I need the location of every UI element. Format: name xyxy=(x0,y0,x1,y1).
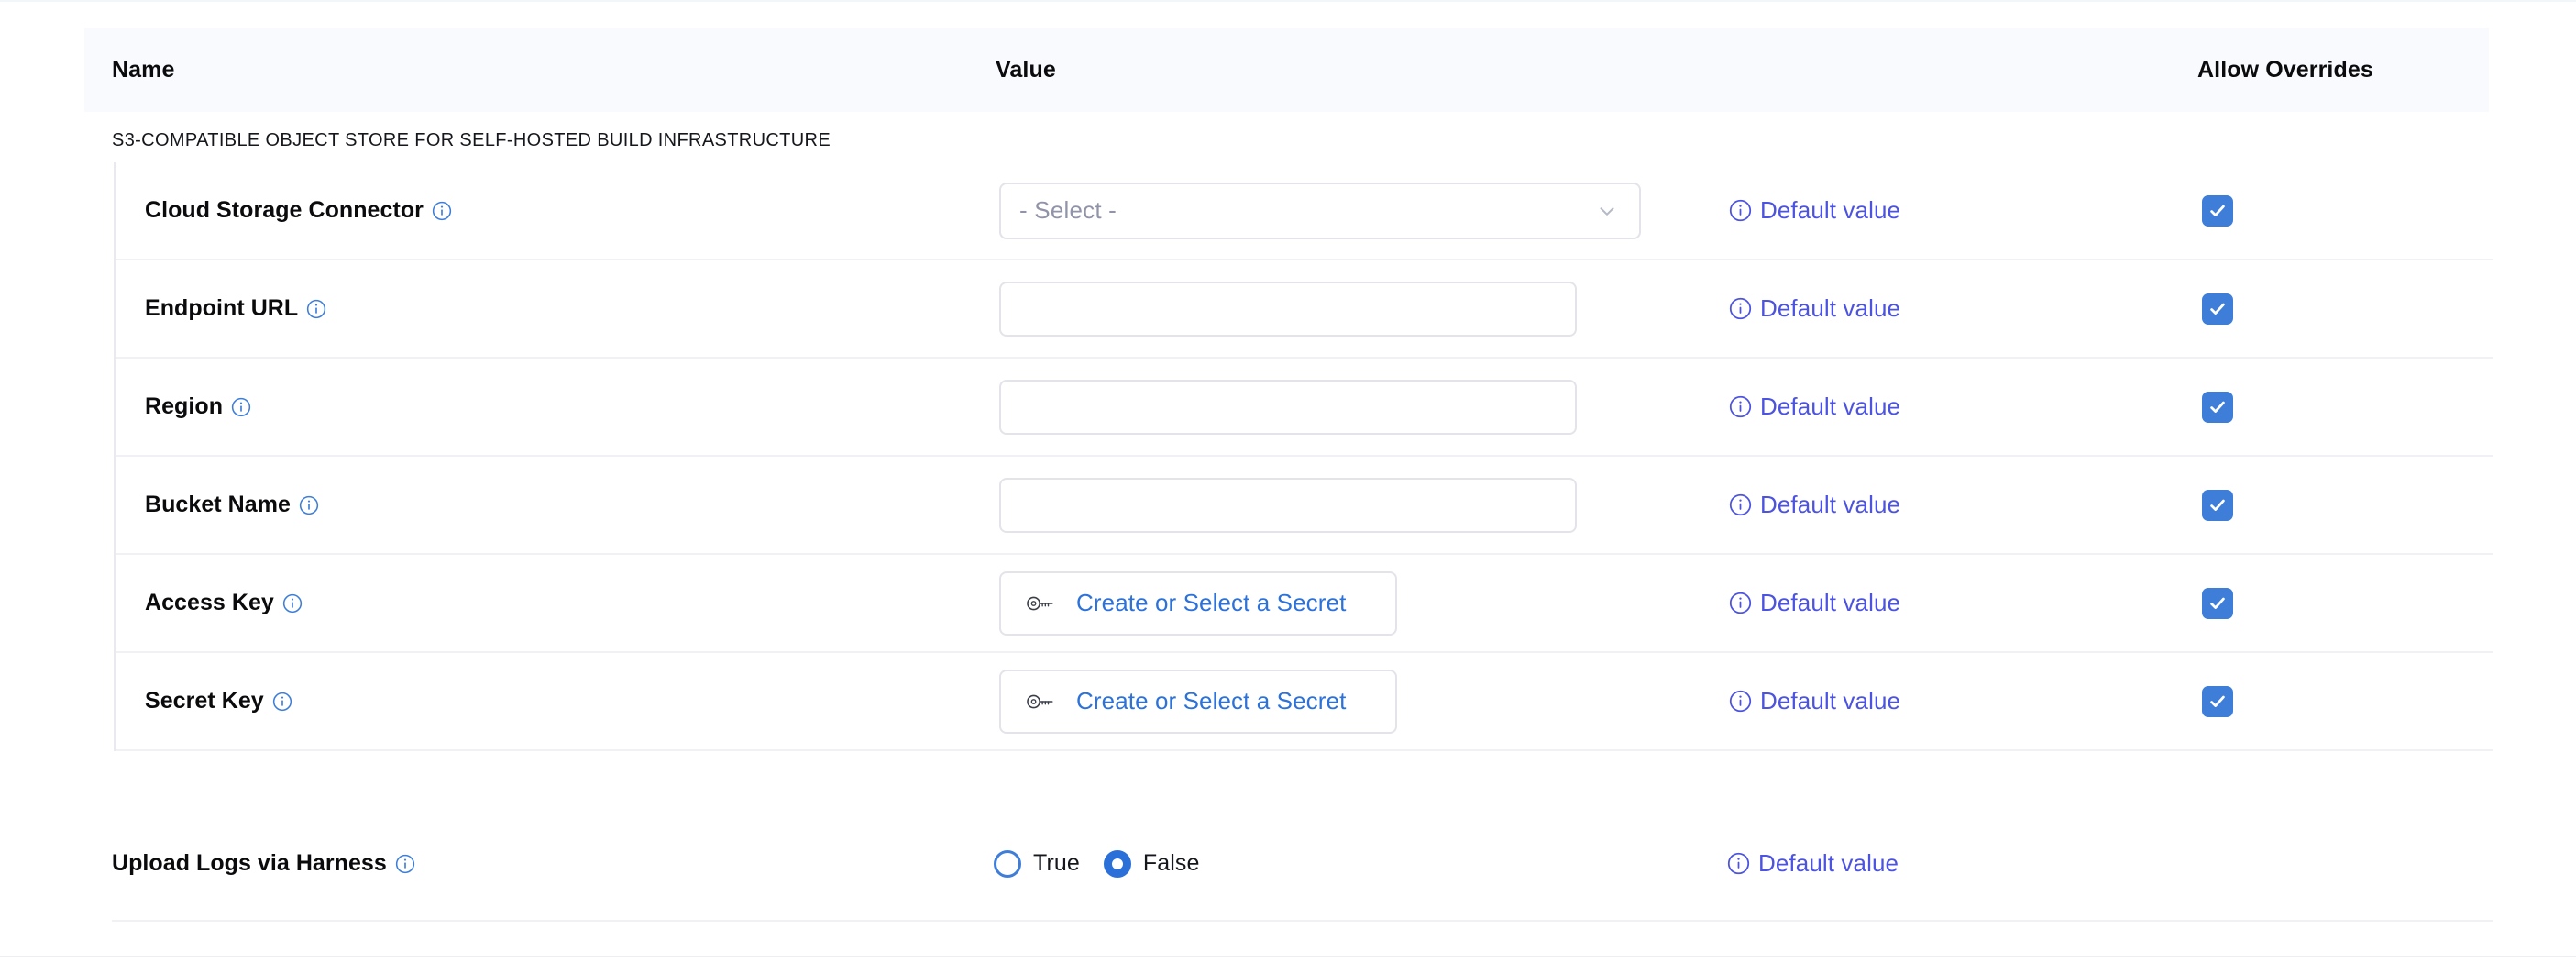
allow-overrides-cell xyxy=(2202,588,2233,619)
field-label: Access Key xyxy=(145,590,274,616)
field-label: Bucket Name xyxy=(145,492,291,518)
bottom-divider xyxy=(0,956,2576,957)
row-value-cell: Create or Select a Secret xyxy=(999,571,1397,636)
row-value-cell: - Select - xyxy=(999,183,1641,239)
info-circle-icon xyxy=(1729,199,1752,222)
info-circle-icon[interactable] xyxy=(299,495,319,515)
default-value-label: Default value xyxy=(1760,491,1900,519)
info-circle-icon xyxy=(1729,592,1752,614)
bucket-name-input[interactable] xyxy=(999,478,1577,533)
allow-overrides-cell xyxy=(2202,195,2233,227)
allow-overrides-checkbox[interactable] xyxy=(2202,686,2233,717)
table-row: Cloud Storage Connector - Select - Defau… xyxy=(116,162,2493,260)
row-label-cell: Bucket Name xyxy=(145,492,319,518)
row-value-cell xyxy=(999,478,1577,533)
field-label: Upload Logs via Harness xyxy=(112,850,387,877)
default-value-indicator[interactable]: Default value xyxy=(1729,294,1900,323)
row-value-cell: Create or Select a Secret xyxy=(999,670,1397,734)
column-header-value: Value xyxy=(996,57,1056,83)
allow-overrides-checkbox[interactable] xyxy=(2202,588,2233,619)
default-value-indicator[interactable]: Default value xyxy=(1729,589,1900,617)
key-icon xyxy=(1025,588,1056,619)
allow-overrides-checkbox[interactable] xyxy=(2202,293,2233,325)
default-value-label: Default value xyxy=(1760,196,1900,225)
table-header-row: Name Value Allow Overrides xyxy=(84,28,2489,112)
radio-label: False xyxy=(1143,850,1200,877)
row-label-cell: Cloud Storage Connector xyxy=(145,197,452,224)
allow-overrides-checkbox[interactable] xyxy=(2202,195,2233,227)
region-input[interactable] xyxy=(999,380,1577,435)
column-header-allow-overrides: Allow Overrides xyxy=(2197,57,2373,83)
field-label: Cloud Storage Connector xyxy=(145,197,424,224)
top-divider xyxy=(0,0,2576,2)
info-circle-icon xyxy=(1729,690,1752,713)
upload-logs-radio-group: True False xyxy=(994,850,1200,878)
info-circle-icon xyxy=(1727,852,1750,875)
row-value-cell xyxy=(999,282,1577,337)
field-label: Region xyxy=(145,393,223,420)
field-label: Secret Key xyxy=(145,688,264,714)
info-circle-icon xyxy=(1729,493,1752,516)
radio-dot-unchecked[interactable] xyxy=(994,850,1021,878)
info-circle-icon xyxy=(1729,297,1752,320)
row-label-cell: Access Key xyxy=(145,590,303,616)
radio-label: True xyxy=(1033,850,1080,877)
access-key-create-or-select-secret-button[interactable]: Create or Select a Secret xyxy=(999,571,1397,636)
row-label-cell: Secret Key xyxy=(145,688,292,714)
info-circle-icon[interactable] xyxy=(395,854,415,874)
radio-option-false[interactable]: False xyxy=(1104,850,1200,878)
allow-overrides-cell xyxy=(2202,686,2233,717)
allow-overrides-cell xyxy=(2202,490,2233,521)
default-value-indicator[interactable]: Default value xyxy=(1729,393,1900,421)
info-circle-icon[interactable] xyxy=(432,201,452,221)
row-label-cell: Endpoint URL xyxy=(145,295,326,322)
section-title: S3-COMPATIBLE OBJECT STORE FOR SELF-HOST… xyxy=(112,130,831,151)
default-value-label: Default value xyxy=(1760,589,1900,617)
endpoint-url-input[interactable] xyxy=(999,282,1577,337)
key-icon xyxy=(1025,686,1056,717)
default-value-label: Default value xyxy=(1760,294,1900,323)
allow-overrides-checkbox[interactable] xyxy=(2202,392,2233,423)
row-label-cell: Upload Logs via Harness xyxy=(112,850,415,877)
default-value-indicator[interactable]: Default value xyxy=(1727,849,1899,878)
table-row: Upload Logs via Harness True False D xyxy=(112,807,2493,922)
default-value-label: Default value xyxy=(1760,393,1900,421)
allow-overrides-cell xyxy=(2202,392,2233,423)
info-circle-icon[interactable] xyxy=(282,593,303,614)
default-value-indicator[interactable]: Default value xyxy=(1729,687,1900,715)
info-circle-icon[interactable] xyxy=(231,397,251,417)
default-value-indicator[interactable]: Default value xyxy=(1729,196,1900,225)
default-value-label: Default value xyxy=(1758,849,1899,878)
row-label-cell: Region xyxy=(145,393,251,420)
secret-button-label: Create or Select a Secret xyxy=(1076,687,1346,715)
select-placeholder: - Select - xyxy=(1019,196,1117,225)
field-label: Endpoint URL xyxy=(145,295,298,322)
info-circle-icon xyxy=(1729,395,1752,418)
default-value-indicator[interactable]: Default value xyxy=(1729,491,1900,519)
radio-option-true[interactable]: True xyxy=(994,850,1080,878)
radio-dot-checked[interactable] xyxy=(1104,850,1131,878)
table-row: Bucket Name Default value xyxy=(116,457,2493,555)
info-circle-icon[interactable] xyxy=(272,692,292,712)
table-row: Access Key xyxy=(116,555,2493,653)
row-value-cell xyxy=(999,380,1577,435)
chevron-down-icon[interactable] xyxy=(1595,199,1619,223)
info-circle-icon[interactable] xyxy=(306,299,326,319)
cloud-storage-connector-select[interactable]: - Select - xyxy=(999,183,1641,239)
table-row: Region Default value xyxy=(116,359,2493,457)
column-header-name: Name xyxy=(112,57,175,83)
secret-button-label: Create or Select a Secret xyxy=(1076,589,1346,617)
settings-group: Cloud Storage Connector - Select - Defau… xyxy=(114,162,2493,751)
settings-overrides-page: Name Value Allow Overrides S3-COMPATIBLE… xyxy=(0,0,2576,963)
secret-key-create-or-select-secret-button[interactable]: Create or Select a Secret xyxy=(999,670,1397,734)
table-row: Endpoint URL Default value xyxy=(116,260,2493,359)
table-row: Secret Key xyxy=(116,653,2493,751)
allow-overrides-checkbox[interactable] xyxy=(2202,490,2233,521)
row-value-cell: True False xyxy=(994,850,1200,878)
allow-overrides-cell xyxy=(2202,293,2233,325)
default-value-label: Default value xyxy=(1760,687,1900,715)
